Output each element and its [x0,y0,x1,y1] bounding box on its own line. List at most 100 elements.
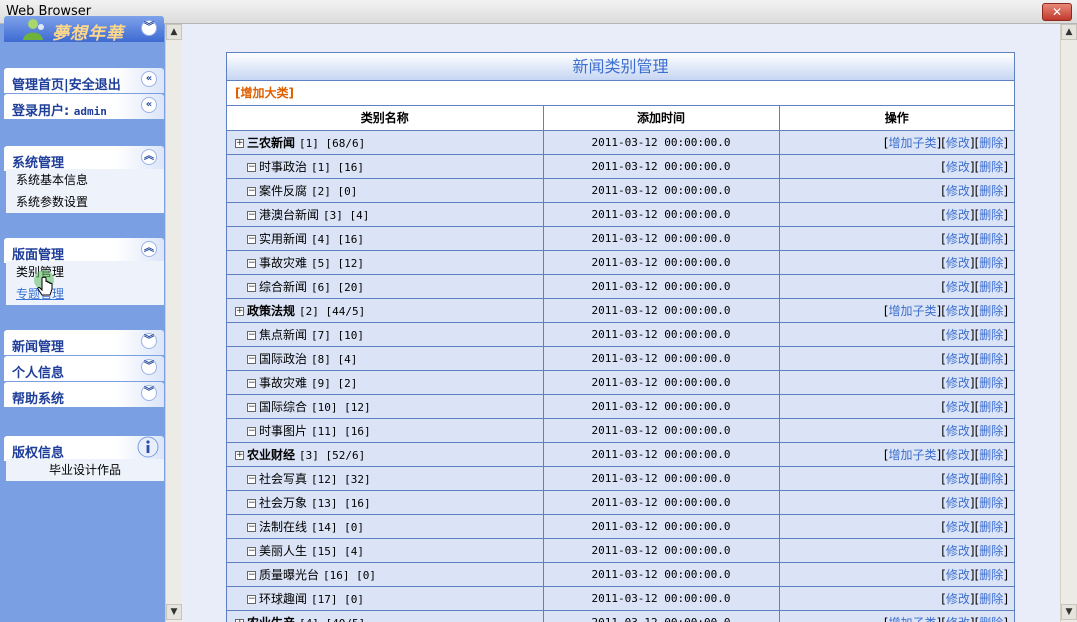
edit-link[interactable]: 修改 [946,184,970,198]
edit-link[interactable]: 修改 [946,352,970,366]
menu-item-system-params[interactable]: 系统参数设置 [6,191,164,213]
tree-collapse-icon[interactable]: − [247,354,256,364]
delete-link[interactable]: 删除 [979,400,1003,414]
section-layout[interactable]: 版面管理 ︽ [4,238,164,263]
tree-collapse-icon[interactable]: − [247,570,256,580]
chevron-left-icon[interactable]: « [141,71,157,87]
edit-link[interactable]: 修改 [946,256,970,270]
delete-link[interactable]: 删除 [979,472,1003,486]
tree-collapse-icon[interactable]: − [247,594,256,604]
section-news[interactable]: 新闻管理 ︾ [4,330,164,355]
tree-collapse-icon[interactable]: − [247,162,256,172]
logout-link[interactable]: 安全退出 [69,78,121,93]
delete-link[interactable]: 删除 [979,280,1003,294]
section-system[interactable]: 系统管理 ︽ [4,146,164,171]
chevron-up-icon[interactable]: ︽ [141,149,157,165]
edit-link[interactable]: 修改 [946,592,970,606]
page-scrollbar[interactable]: ▲ ▼ [1060,24,1077,622]
delete-link[interactable]: 删除 [979,352,1003,366]
tree-collapse-icon[interactable]: − [247,498,256,508]
category-name: 农业财经 [247,447,296,462]
added-time: 2011-03-12 00:00:00.0 [542,609,780,622]
scroll-up-icon[interactable]: ▲ [166,24,182,40]
add-subcategory-link[interactable]: 增加子类 [889,304,937,318]
edit-link[interactable]: 修改 [946,424,970,438]
edit-link[interactable]: 修改 [946,400,970,414]
scroll-down-icon[interactable]: ▼ [166,604,182,620]
scroll-down-icon[interactable]: ▼ [1061,604,1077,620]
delete-link[interactable]: 删除 [979,496,1003,510]
scroll-up-icon[interactable]: ▲ [1061,24,1077,40]
chevron-up-icon[interactable]: ︽ [141,241,157,257]
tree-collapse-icon[interactable]: − [247,234,256,244]
category-name-cell: + 政策法规 [2] [44/5] [227,297,544,323]
delete-link[interactable]: 删除 [979,592,1003,606]
delete-link[interactable]: 删除 [979,160,1003,174]
edit-link[interactable]: 修改 [946,544,970,558]
delete-link[interactable]: 删除 [979,544,1003,558]
edit-link[interactable]: 修改 [946,376,970,390]
section-help[interactable]: 帮助系统 ︾ [4,382,164,407]
edit-link[interactable]: 修改 [946,328,970,342]
edit-link[interactable]: 修改 [946,304,970,318]
delete-link[interactable]: 删除 [979,520,1003,534]
tree-collapse-icon[interactable]: − [247,474,256,484]
edit-link[interactable]: 修改 [946,496,970,510]
tree-collapse-icon[interactable]: − [247,522,256,532]
chevron-down-icon[interactable]: ︾ [141,333,157,349]
delete-link[interactable]: 删除 [979,376,1003,390]
category-meta: [2] [0] [311,184,358,198]
edit-link[interactable]: 修改 [946,160,970,174]
add-subcategory-link[interactable]: 增加子类 [889,448,937,462]
edit-link[interactable]: 修改 [946,280,970,294]
delete-link[interactable]: 删除 [979,256,1003,270]
delete-link[interactable]: 删除 [979,424,1003,438]
edit-link[interactable]: 修改 [946,616,970,622]
delete-link[interactable]: 删除 [979,208,1003,222]
menu-item-system-info[interactable]: 系统基本信息 [6,169,164,191]
home-link[interactable]: 管理首页 [12,78,64,93]
add-major-link[interactable]: [增加大类] [235,86,294,100]
collapse-icon[interactable]: ︾ [141,20,157,36]
edit-link[interactable]: 修改 [946,520,970,534]
chevron-left-icon[interactable]: « [141,97,157,113]
edit-link[interactable]: 修改 [946,136,970,150]
edit-link[interactable]: 修改 [946,232,970,246]
bracket: ] [1003,207,1008,222]
added-time: 2011-03-12 00:00:00.0 [542,225,780,251]
tree-expand-icon[interactable]: + [235,450,244,460]
tree-collapse-icon[interactable]: − [247,186,256,196]
edit-link[interactable]: 修改 [946,448,970,462]
tree-expand-icon[interactable]: + [235,618,244,622]
chevron-down-icon[interactable]: ︾ [141,359,157,375]
sidebar-scrollbar[interactable]: ▲ ▼ [165,24,182,622]
delete-link[interactable]: 删除 [979,448,1003,462]
window-close-button[interactable]: ✕ [1042,3,1072,21]
add-subcategory-link[interactable]: 增加子类 [889,616,937,622]
delete-link[interactable]: 删除 [979,232,1003,246]
category-meta: [10] [12] [311,400,371,414]
section-personal[interactable]: 个人信息 ︾ [4,356,164,381]
tree-expand-icon[interactable]: + [235,306,244,316]
delete-link[interactable]: 删除 [979,304,1003,318]
add-subcategory-link[interactable]: 增加子类 [889,136,937,150]
edit-link[interactable]: 修改 [946,472,970,486]
tree-collapse-icon[interactable]: − [247,402,256,412]
tree-collapse-icon[interactable]: − [247,258,256,268]
edit-link[interactable]: 修改 [946,208,970,222]
delete-link[interactable]: 删除 [979,184,1003,198]
tree-collapse-icon[interactable]: − [247,282,256,292]
delete-link[interactable]: 删除 [979,328,1003,342]
operations-cell: [修改][删除] [778,369,1014,395]
tree-expand-icon[interactable]: + [235,138,244,148]
tree-collapse-icon[interactable]: − [247,426,256,436]
tree-collapse-icon[interactable]: − [247,378,256,388]
tree-collapse-icon[interactable]: − [247,330,256,340]
edit-link[interactable]: 修改 [946,568,970,582]
tree-collapse-icon[interactable]: − [247,210,256,220]
chevron-down-icon[interactable]: ︾ [141,385,157,401]
delete-link[interactable]: 删除 [979,568,1003,582]
delete-link[interactable]: 删除 [979,136,1003,150]
delete-link[interactable]: 删除 [979,616,1003,622]
tree-collapse-icon[interactable]: − [247,546,256,556]
